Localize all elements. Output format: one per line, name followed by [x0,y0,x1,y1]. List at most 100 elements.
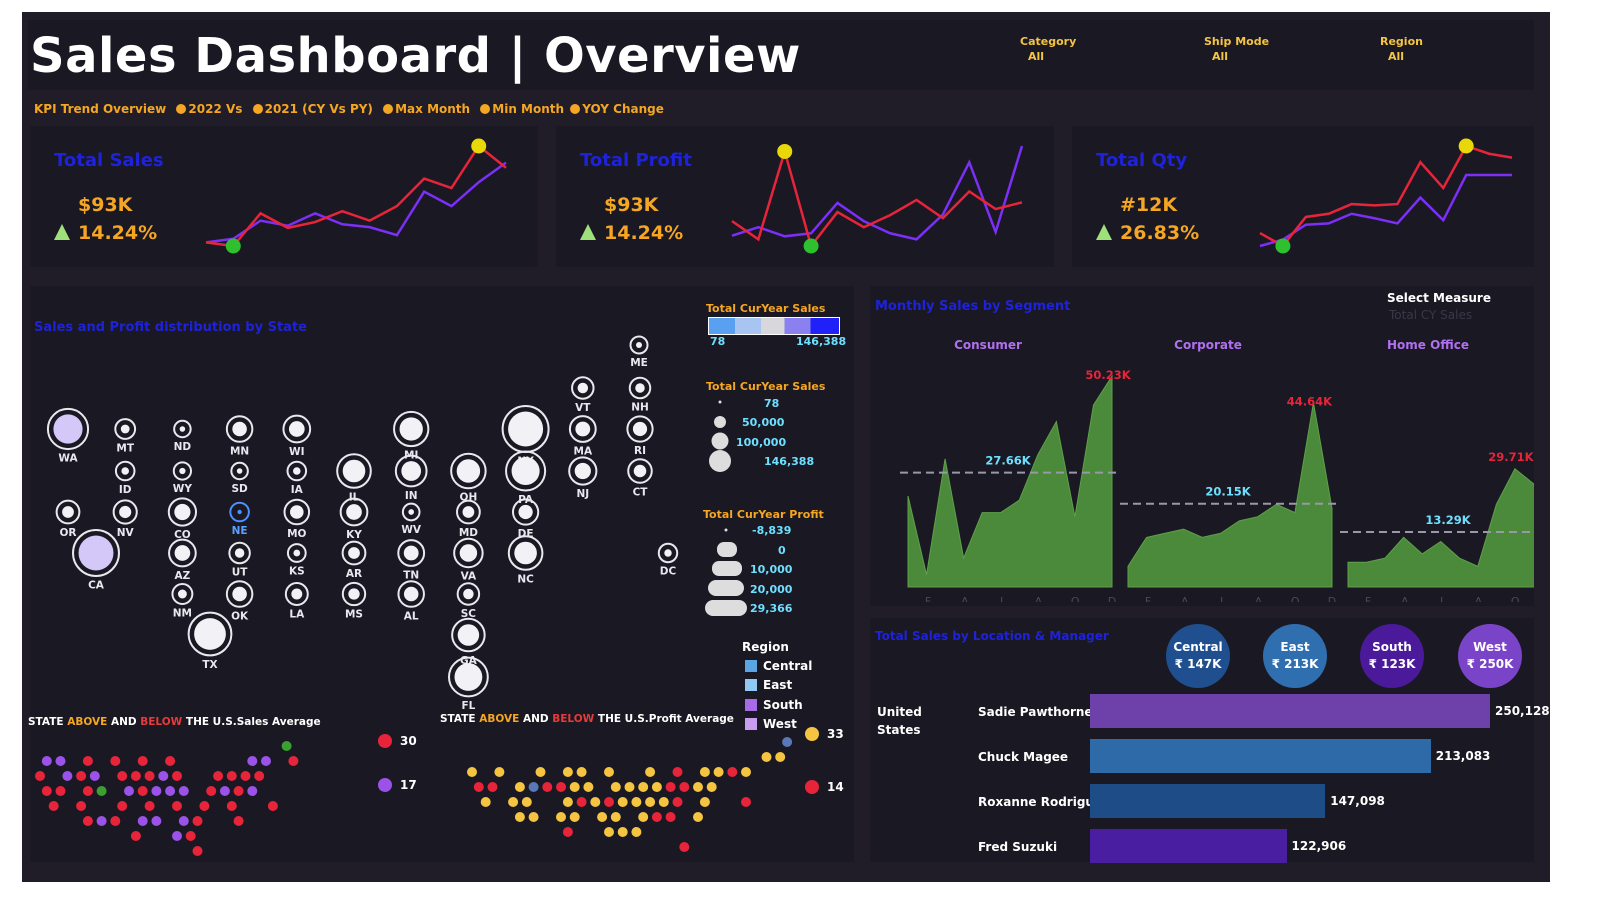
state-dot [254,771,265,781]
region-circle-east[interactable]: East ₹ 213K [1263,624,1327,688]
count-dot [805,780,819,794]
region-circle-west[interactable]: West ₹ 250K [1458,624,1522,688]
state-dot [96,816,107,826]
state-dot [165,786,176,796]
state-dot [775,752,786,762]
state-NC: NC [507,535,544,585]
x-tick-label: A [1255,595,1263,602]
title-part: STATE [440,713,480,725]
legend-profit-item: 20,000 [750,583,793,596]
segment-average-label: 20.15K [1205,485,1251,499]
x-tick-label: A [1401,595,1409,602]
state-dot [604,827,614,837]
manager-bar[interactable] [1090,739,1431,773]
legend-label: West [763,717,797,732]
state-label: CT [633,486,649,498]
count-value: 14 [827,780,844,794]
filter-category[interactable]: Category All [1020,34,1076,64]
x-tick-label: A [1181,595,1189,602]
state-TX: TX [187,611,233,671]
x-tick-label: A [1035,595,1043,602]
title-below: BELOW [140,716,183,728]
legend-dot [383,104,394,114]
state-label: DC [660,566,677,578]
x-tick-label: A [961,595,969,602]
region-name: East [1280,640,1310,654]
manager-bar[interactable] [1090,784,1326,818]
manager-bar[interactable] [1090,694,1490,728]
region-circle-central[interactable]: Central ₹ 147K [1166,624,1230,688]
count-dot [378,734,392,748]
state-dot [55,756,66,766]
title-part: AND [107,716,141,728]
state-AZ: AZ [168,538,197,582]
state-dot [562,827,573,837]
state-RI: RI [626,415,654,457]
state-label: FL [461,700,475,712]
state-dot [151,786,162,796]
segment-area-Home Office [1347,467,1534,588]
legend-min: 78 [710,335,726,348]
state-dot [199,801,210,811]
manager-bar[interactable] [1090,829,1287,863]
page-title: Sales Dashboard | Overview [30,28,801,84]
filter-region[interactable]: Region All [1380,34,1423,64]
kpi-trend-legend: KPI Trend Overview 2022 Vs 2021 (CY Vs P… [34,102,664,116]
state-dot [528,782,539,792]
legend-dot [176,104,187,114]
state-dot [206,786,217,796]
manager-bar-label: 147,098 [1330,794,1385,808]
state-dot [651,812,662,822]
state-dot [706,782,717,792]
state-dot [610,782,621,792]
state-dot [82,816,93,826]
state-dot [240,771,251,781]
state-WY: WY [172,461,192,495]
state-dot [130,831,141,841]
sales-avg-title: STATE ABOVE AND BELOW THE U.S.Sales Aver… [28,716,321,728]
kpi-trend-max: Max Month [395,102,471,116]
segment-area-Consumer [907,374,1113,588]
state-AL: AL [397,580,425,622]
kpi-trend-py: 2021 (CY Vs PY) [264,102,373,116]
segment-area-chart: 27.66K 50.23K F A J A O D 20.15K 44.64K F A J A O D 13.2… [900,368,1534,602]
title-above: ABOVE [67,716,108,728]
region-circle-south[interactable]: South ₹ 123K [1360,624,1424,688]
state-label: MT [116,442,134,454]
state-AR: AR [341,540,367,580]
state-dot [213,771,224,781]
legend-profit-item: -8,839 [752,524,792,537]
state-MO: MO [283,498,311,540]
state-dot [178,786,189,796]
state-dot [267,801,278,811]
state-label: DE [518,528,534,540]
state-label: WI [289,446,305,458]
region-value: ₹ 147K [1174,657,1222,671]
state-NE: NE [229,501,250,537]
state-dot [699,767,710,777]
state-dot [124,786,134,796]
state-dot [562,797,573,807]
state-dot [693,812,703,822]
legend-region-item: Central [745,656,812,676]
state-dot [110,756,121,766]
profit-sparkline [731,143,1024,254]
state-label: WV [401,524,422,536]
state-dot [473,782,484,792]
max-month-marker [777,143,793,159]
state-CT: CT [627,458,653,498]
select-measure-value[interactable]: Total CY Sales [1389,308,1472,322]
state-LA: LA [284,582,309,620]
state-dot [261,756,271,766]
state-dot [576,767,587,777]
state-dot [172,771,182,781]
state-MT: MT [114,418,137,454]
state-dot [178,816,189,826]
segment-average-label: 27.66K [985,454,1031,468]
state-dot [185,831,196,841]
state-dot [219,786,230,796]
state-label: MO [287,528,306,540]
min-month-marker [803,238,819,254]
filter-ship-mode[interactable]: Ship Mode All [1204,34,1269,64]
state-dot [151,816,162,826]
